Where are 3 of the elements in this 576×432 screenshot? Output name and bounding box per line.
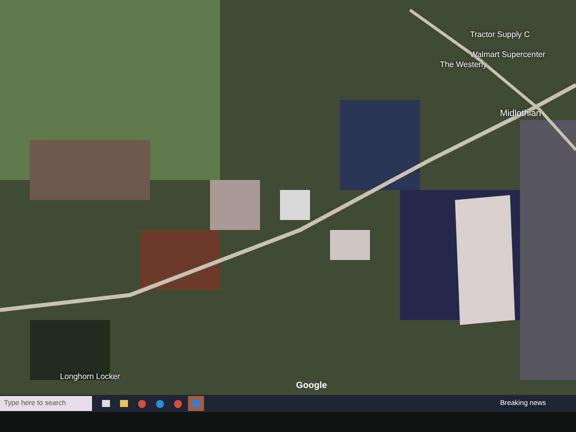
map-place-label[interactable]: Longhorn Locker [60,372,120,381]
map-attribution: Google [296,380,327,390]
map-place-label[interactable]: Tractor Supply C [470,30,530,39]
